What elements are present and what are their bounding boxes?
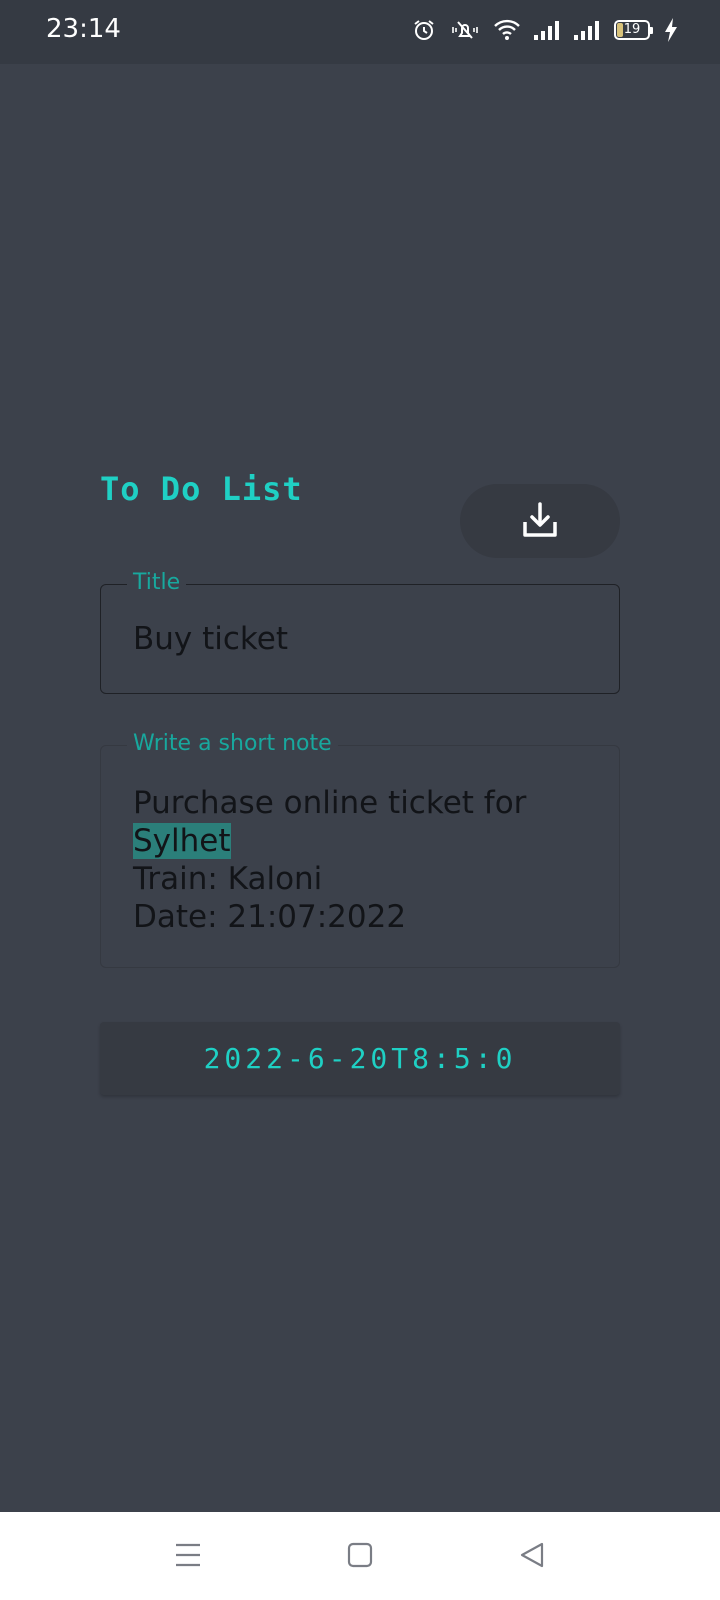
note-text[interactable]: Purchase online ticket for Sylhet Train:… (133, 784, 526, 936)
back-button[interactable] (502, 1532, 562, 1582)
save-button[interactable] (460, 484, 620, 558)
note-field[interactable]: Write a short note Purchase online ticke… (100, 731, 620, 968)
mute-vibrate-icon (450, 18, 480, 42)
home-button[interactable] (330, 1532, 390, 1582)
wifi-icon (494, 19, 520, 41)
battery-level: 19 (623, 22, 641, 37)
title-input-value[interactable]: Buy ticket (133, 621, 288, 657)
battery-icon: 19 (614, 20, 653, 40)
title-field[interactable]: Title Buy ticket (100, 570, 620, 694)
signal-icon (574, 20, 600, 40)
download-icon (520, 500, 560, 543)
screen: 23:14 19 To Do List Title Buy ticket Wri… (0, 0, 720, 1600)
alarm-icon (412, 18, 436, 42)
navigation-bar (0, 1512, 720, 1600)
home-icon (347, 1542, 373, 1573)
status-icons: 19 (412, 18, 678, 42)
note-field-label: Write a short note (127, 731, 338, 756)
note-line: Train: Kaloni (133, 861, 323, 897)
status-bar: 23:14 19 (0, 0, 720, 64)
charging-icon (664, 18, 678, 42)
selected-text: Sylhet (133, 823, 231, 859)
menu-button[interactable] (158, 1532, 218, 1582)
signal-icon (534, 20, 560, 40)
menu-icon (174, 1542, 202, 1573)
title-field-label: Title (127, 570, 187, 595)
status-time: 23:14 (46, 14, 121, 44)
note-line: Purchase online ticket for (133, 785, 527, 821)
back-icon (519, 1541, 545, 1574)
date-time-button[interactable]: 2022-6-20T8:5:0 (100, 1022, 620, 1095)
app-title: To Do List (100, 470, 303, 508)
note-line: Date: 21:07:2022 (133, 899, 407, 935)
